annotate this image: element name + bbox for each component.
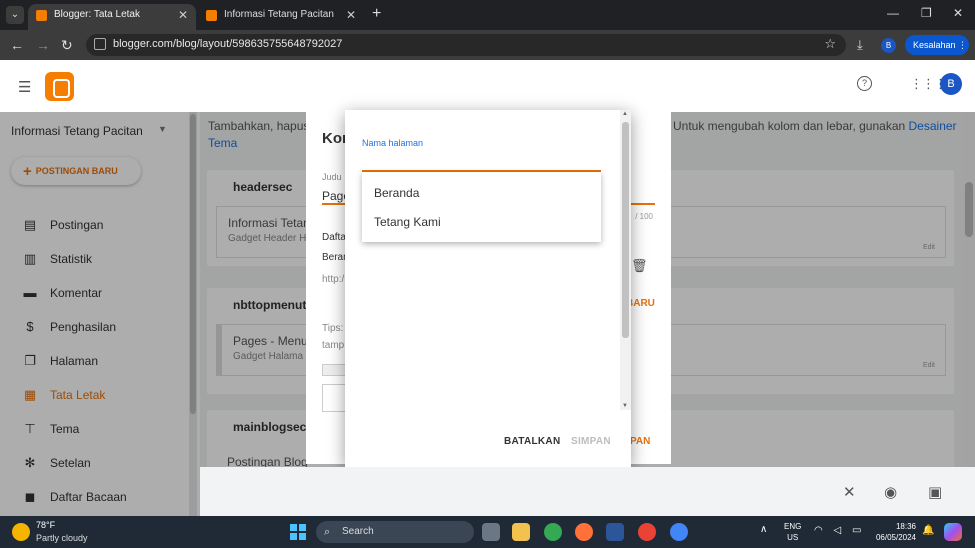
file-explorer-icon[interactable] xyxy=(512,523,530,541)
forward-arrow-icon[interactable]: → xyxy=(36,37,50,53)
weather-partly-cloudy-icon[interactable] xyxy=(12,523,30,541)
save-button[interactable]: SIMPAN xyxy=(571,436,611,447)
help-icon[interactable]: ? xyxy=(857,76,872,91)
tab-search-button[interactable]: ⌄ xyxy=(6,6,24,24)
scrollbar-thumb[interactable] xyxy=(622,122,629,338)
dialog-scrollbar[interactable]: ▲ ▼ xyxy=(620,110,631,410)
tray-wifi-volume-battery-icon[interactable]: ◠ ◁ ▭ xyxy=(814,525,865,536)
tips-text-2: tamp xyxy=(322,340,345,351)
restore-icon[interactable]: ❐ xyxy=(921,6,932,20)
save-disk-icon[interactable]: ▣ xyxy=(928,483,942,501)
window-close-icon[interactable]: ✕ xyxy=(953,6,963,20)
blogger-favicon xyxy=(206,10,217,21)
search-label: Search xyxy=(342,526,374,537)
browser-tab-bar: ⌄ Blogger: Tata Letak ✕ Informasi Tetang… xyxy=(0,0,975,30)
taskbar-search[interactable]: ⌕ Search xyxy=(316,521,474,543)
tab-blogger-layout[interactable]: Blogger: Tata Letak ✕ xyxy=(28,4,196,30)
minimize-icon[interactable]: — xyxy=(887,6,899,20)
reload-icon[interactable]: ↻ xyxy=(61,37,73,53)
save-partial-button[interactable]: PAN xyxy=(630,436,650,447)
chrome-active-icon[interactable] xyxy=(670,523,688,541)
error-button[interactable]: Kesalahan ⋮ xyxy=(905,35,969,55)
autocomplete-menu: Beranda Tetang Kami xyxy=(362,172,601,242)
hamburger-menu-icon[interactable]: ☰ xyxy=(18,78,31,96)
firefox-icon[interactable] xyxy=(575,523,593,541)
notification-bell-icon[interactable]: 🔔 xyxy=(922,525,934,536)
url-text[interactable]: blogger.com/blog/layout/5986357556487920… xyxy=(113,38,342,50)
autocomplete-option-beranda[interactable]: Beranda xyxy=(374,186,419,200)
tab-title: Informasi Tetang Pacitan xyxy=(224,9,334,20)
tips-text: Tips: xyxy=(322,323,344,334)
page-name-input[interactable] xyxy=(362,154,601,172)
clock-time: 18:36 xyxy=(895,522,916,531)
browser-profile-avatar[interactable]: B xyxy=(881,38,896,53)
chrome-icon[interactable] xyxy=(544,523,562,541)
chrome-profile-icon[interactable] xyxy=(638,523,656,541)
cancel-button[interactable]: BATALKAN xyxy=(504,436,560,447)
tab-close-icon[interactable]: ✕ xyxy=(178,4,188,26)
preview-eye-icon[interactable]: ◉ xyxy=(884,483,897,501)
language-top: ENG xyxy=(784,522,802,531)
page-name-label: Nama halaman xyxy=(362,138,424,148)
app-header: ☰ ? ⋮⋮⋮ B xyxy=(0,60,975,112)
new-tab-button[interactable]: + xyxy=(372,5,381,23)
tab-close-icon[interactable]: ✕ xyxy=(346,4,356,26)
address-bar[interactable]: blogger.com/blog/layout/5986357556487920… xyxy=(86,34,846,56)
weather-temperature[interactable]: 78°F xyxy=(36,520,55,530)
site-info-icon[interactable] xyxy=(94,38,106,50)
browser-toolbar: ← → ↻ blogger.com/blog/layout/5986357556… xyxy=(0,30,975,60)
windows-start-icon[interactable] xyxy=(290,524,306,540)
autocomplete-option-tetang-kami[interactable]: Tetang Kami xyxy=(374,215,441,229)
char-counter: / 100 xyxy=(635,212,653,221)
word-icon[interactable] xyxy=(606,523,624,541)
search-icon: ⌕ xyxy=(324,526,331,538)
scroll-down-icon[interactable]: ▼ xyxy=(622,403,628,409)
page-name-dialog: Nama halaman Beranda Tetang Kami ▲ ▼ BAT… xyxy=(345,110,631,467)
account-avatar[interactable]: B xyxy=(940,73,962,95)
copilot-icon[interactable] xyxy=(944,523,962,541)
clock-date: 06/05/2024 xyxy=(875,533,916,542)
windows-taskbar: 78°F Partly cloudy ⌕ Search ∧ ENG US ◠ ◁ ▭… xyxy=(0,516,975,548)
blogger-logo[interactable] xyxy=(45,72,74,101)
tab-title: Blogger: Tata Letak xyxy=(54,9,140,20)
bookmark-star-icon[interactable]: ☆ xyxy=(824,36,836,52)
page-list-url: http:/ xyxy=(322,274,345,285)
page-list-label: Dafta xyxy=(322,232,346,243)
layout-action-bar: ✕ ◉ ▣ xyxy=(200,467,975,516)
delete-trash-icon[interactable]: 🗑 xyxy=(631,258,648,274)
close-icon[interactable]: ✕ xyxy=(843,483,856,501)
back-arrow-icon[interactable]: ← xyxy=(10,37,24,53)
weather-description[interactable]: Partly cloudy xyxy=(36,533,88,543)
taskbar-clock[interactable]: 18:36 06/05/2024 xyxy=(870,521,916,543)
blogger-favicon xyxy=(36,10,47,21)
scroll-up-icon[interactable]: ▲ xyxy=(622,111,628,117)
language-indicator[interactable]: ENG US xyxy=(784,521,801,543)
error-button-label: Kesalahan xyxy=(913,40,956,50)
task-view-icon[interactable] xyxy=(482,523,500,541)
title-field-label: Judu xyxy=(322,172,342,182)
language-bottom: US xyxy=(787,533,799,542)
tab-informasi[interactable]: Informasi Tetang Pacitan ✕ xyxy=(198,4,364,30)
tray-overflow-caret-icon[interactable]: ∧ xyxy=(760,524,767,535)
download-icon[interactable]: ⤓ xyxy=(857,37,863,53)
